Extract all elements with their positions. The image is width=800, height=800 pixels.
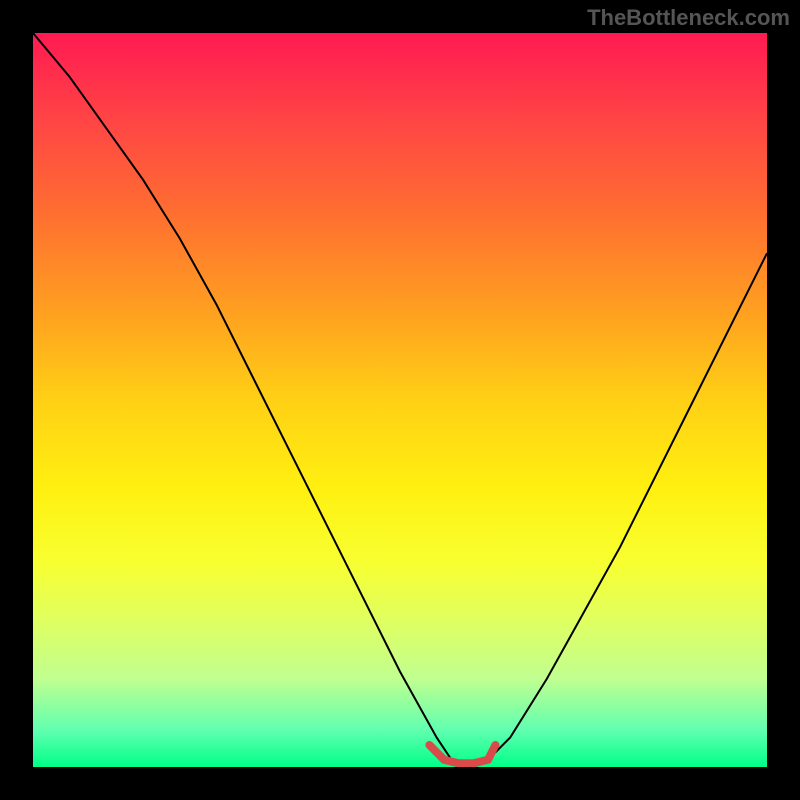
flat-min-band-path (429, 745, 495, 763)
bottleneck-chart (33, 33, 767, 767)
bottleneck-curve-path (33, 33, 767, 767)
watermark-text: TheBottleneck.com (587, 5, 790, 31)
chart-plot-area (33, 33, 767, 767)
